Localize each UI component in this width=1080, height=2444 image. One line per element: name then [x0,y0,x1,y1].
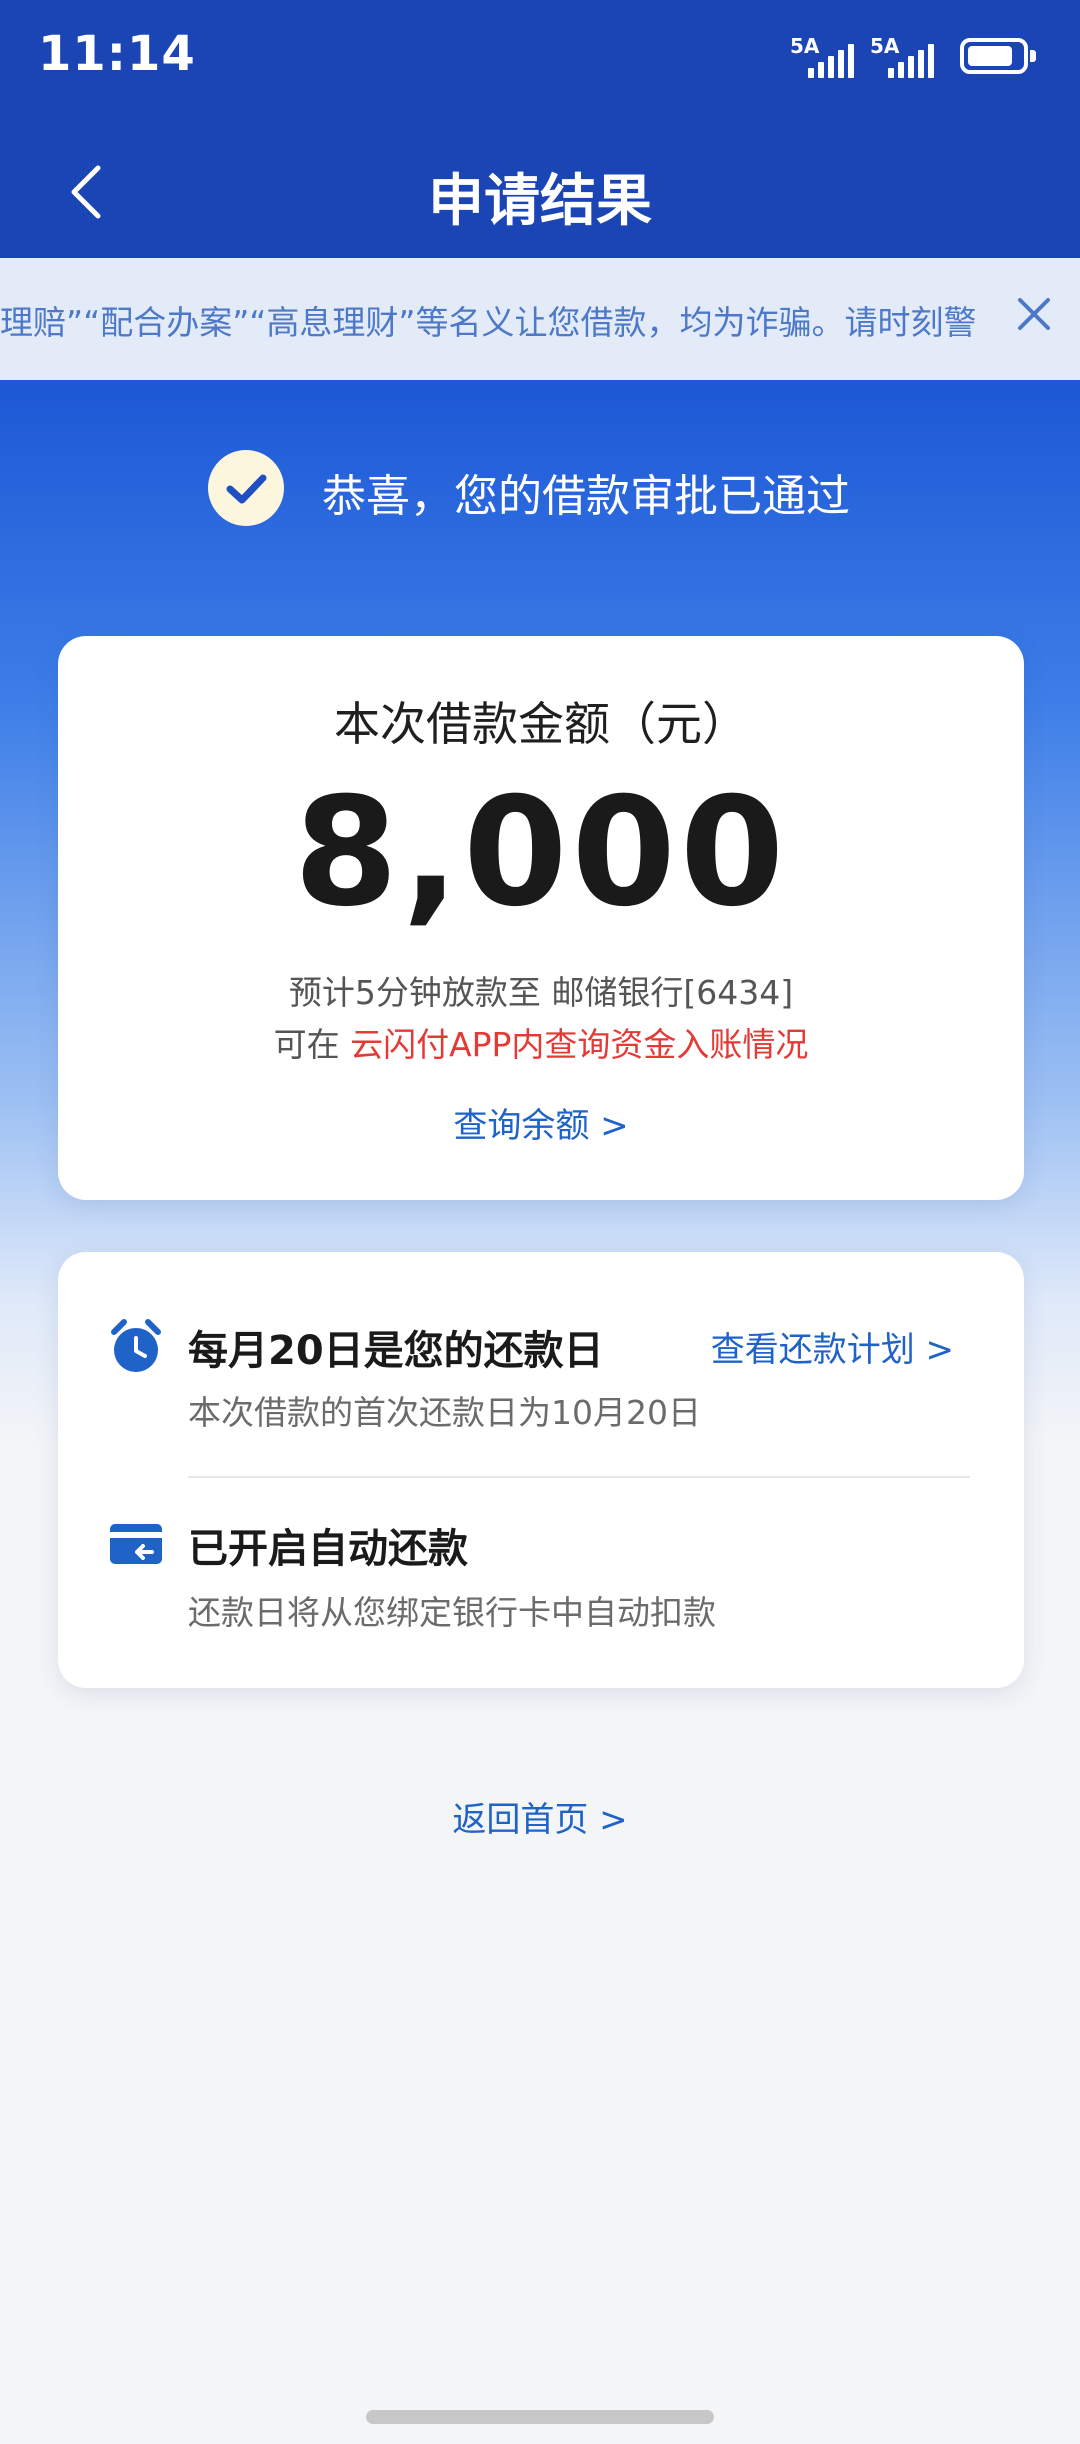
signal-bars-icon [888,40,934,78]
notice-close-button[interactable] [1014,294,1054,334]
amount-value: 8,000 [293,766,789,940]
query-info-prefix: 可在 [273,1025,351,1064]
alarm-clock-icon [108,1318,164,1376]
bank-card-refund-icon [108,1522,164,1566]
check-circle-icon [208,450,284,526]
auto-repay-title: 已开启自动还款 [188,1526,468,1572]
query-balance-link[interactable]: 查询余额 > [58,1098,1024,1147]
disbursement-info: 预计5分钟放款至 邮储银行[6434] [288,973,794,1012]
repayment-card: 每月20日是您的还款日 查看还款计划 > 本次借款的首次还款日为10月20日 已… [58,1252,1024,1688]
status-bar: 11:14 5A 5A [0,0,1080,110]
page-title: 申请结果 [428,169,652,234]
success-text: 恭喜，您的借款审批已通过 [322,471,850,522]
approval-success: 恭喜，您的借款审批已通过 [0,450,1080,530]
loan-amount-card: 本次借款金额（元） 8,000 预计5分钟放款至 邮储银行[6434] 可在 云… [58,636,1024,1200]
view-repayment-plan-link[interactable]: 查看还款计划 > [711,1322,954,1371]
query-info-highlight: 云闪付APP内查询资金入账情况 [350,1025,809,1064]
close-icon [1018,298,1050,330]
signal-bars-icon [808,40,854,78]
fraud-notice-banner: 理赔”“配合办案”“高息理财”等名义让您借款，均为诈骗。请时刻警 [0,258,1080,380]
notice-text: 理赔”“配合办案”“高息理财”等名义让您借款，均为诈骗。请时刻警 [0,303,977,342]
nav-bar: 申请结果 [0,130,1080,250]
amount-label: 本次借款金额（元） [334,697,748,751]
battery-icon [960,38,1036,74]
home-indicator[interactable] [366,2410,714,2424]
auto-repay-desc: 还款日将从您绑定银行卡中自动扣款 [188,1593,716,1632]
back-to-home-link[interactable]: 返回首页 > [0,1792,1080,1841]
status-time: 11:14 [38,26,196,82]
query-info: 可在 云闪付APP内查询资金入账情况 [58,1018,1024,1066]
first-repayment-date: 本次借款的首次还款日为10月20日 [188,1393,701,1432]
repayment-day-title: 每月20日是您的还款日 [188,1328,604,1374]
divider [188,1476,970,1478]
